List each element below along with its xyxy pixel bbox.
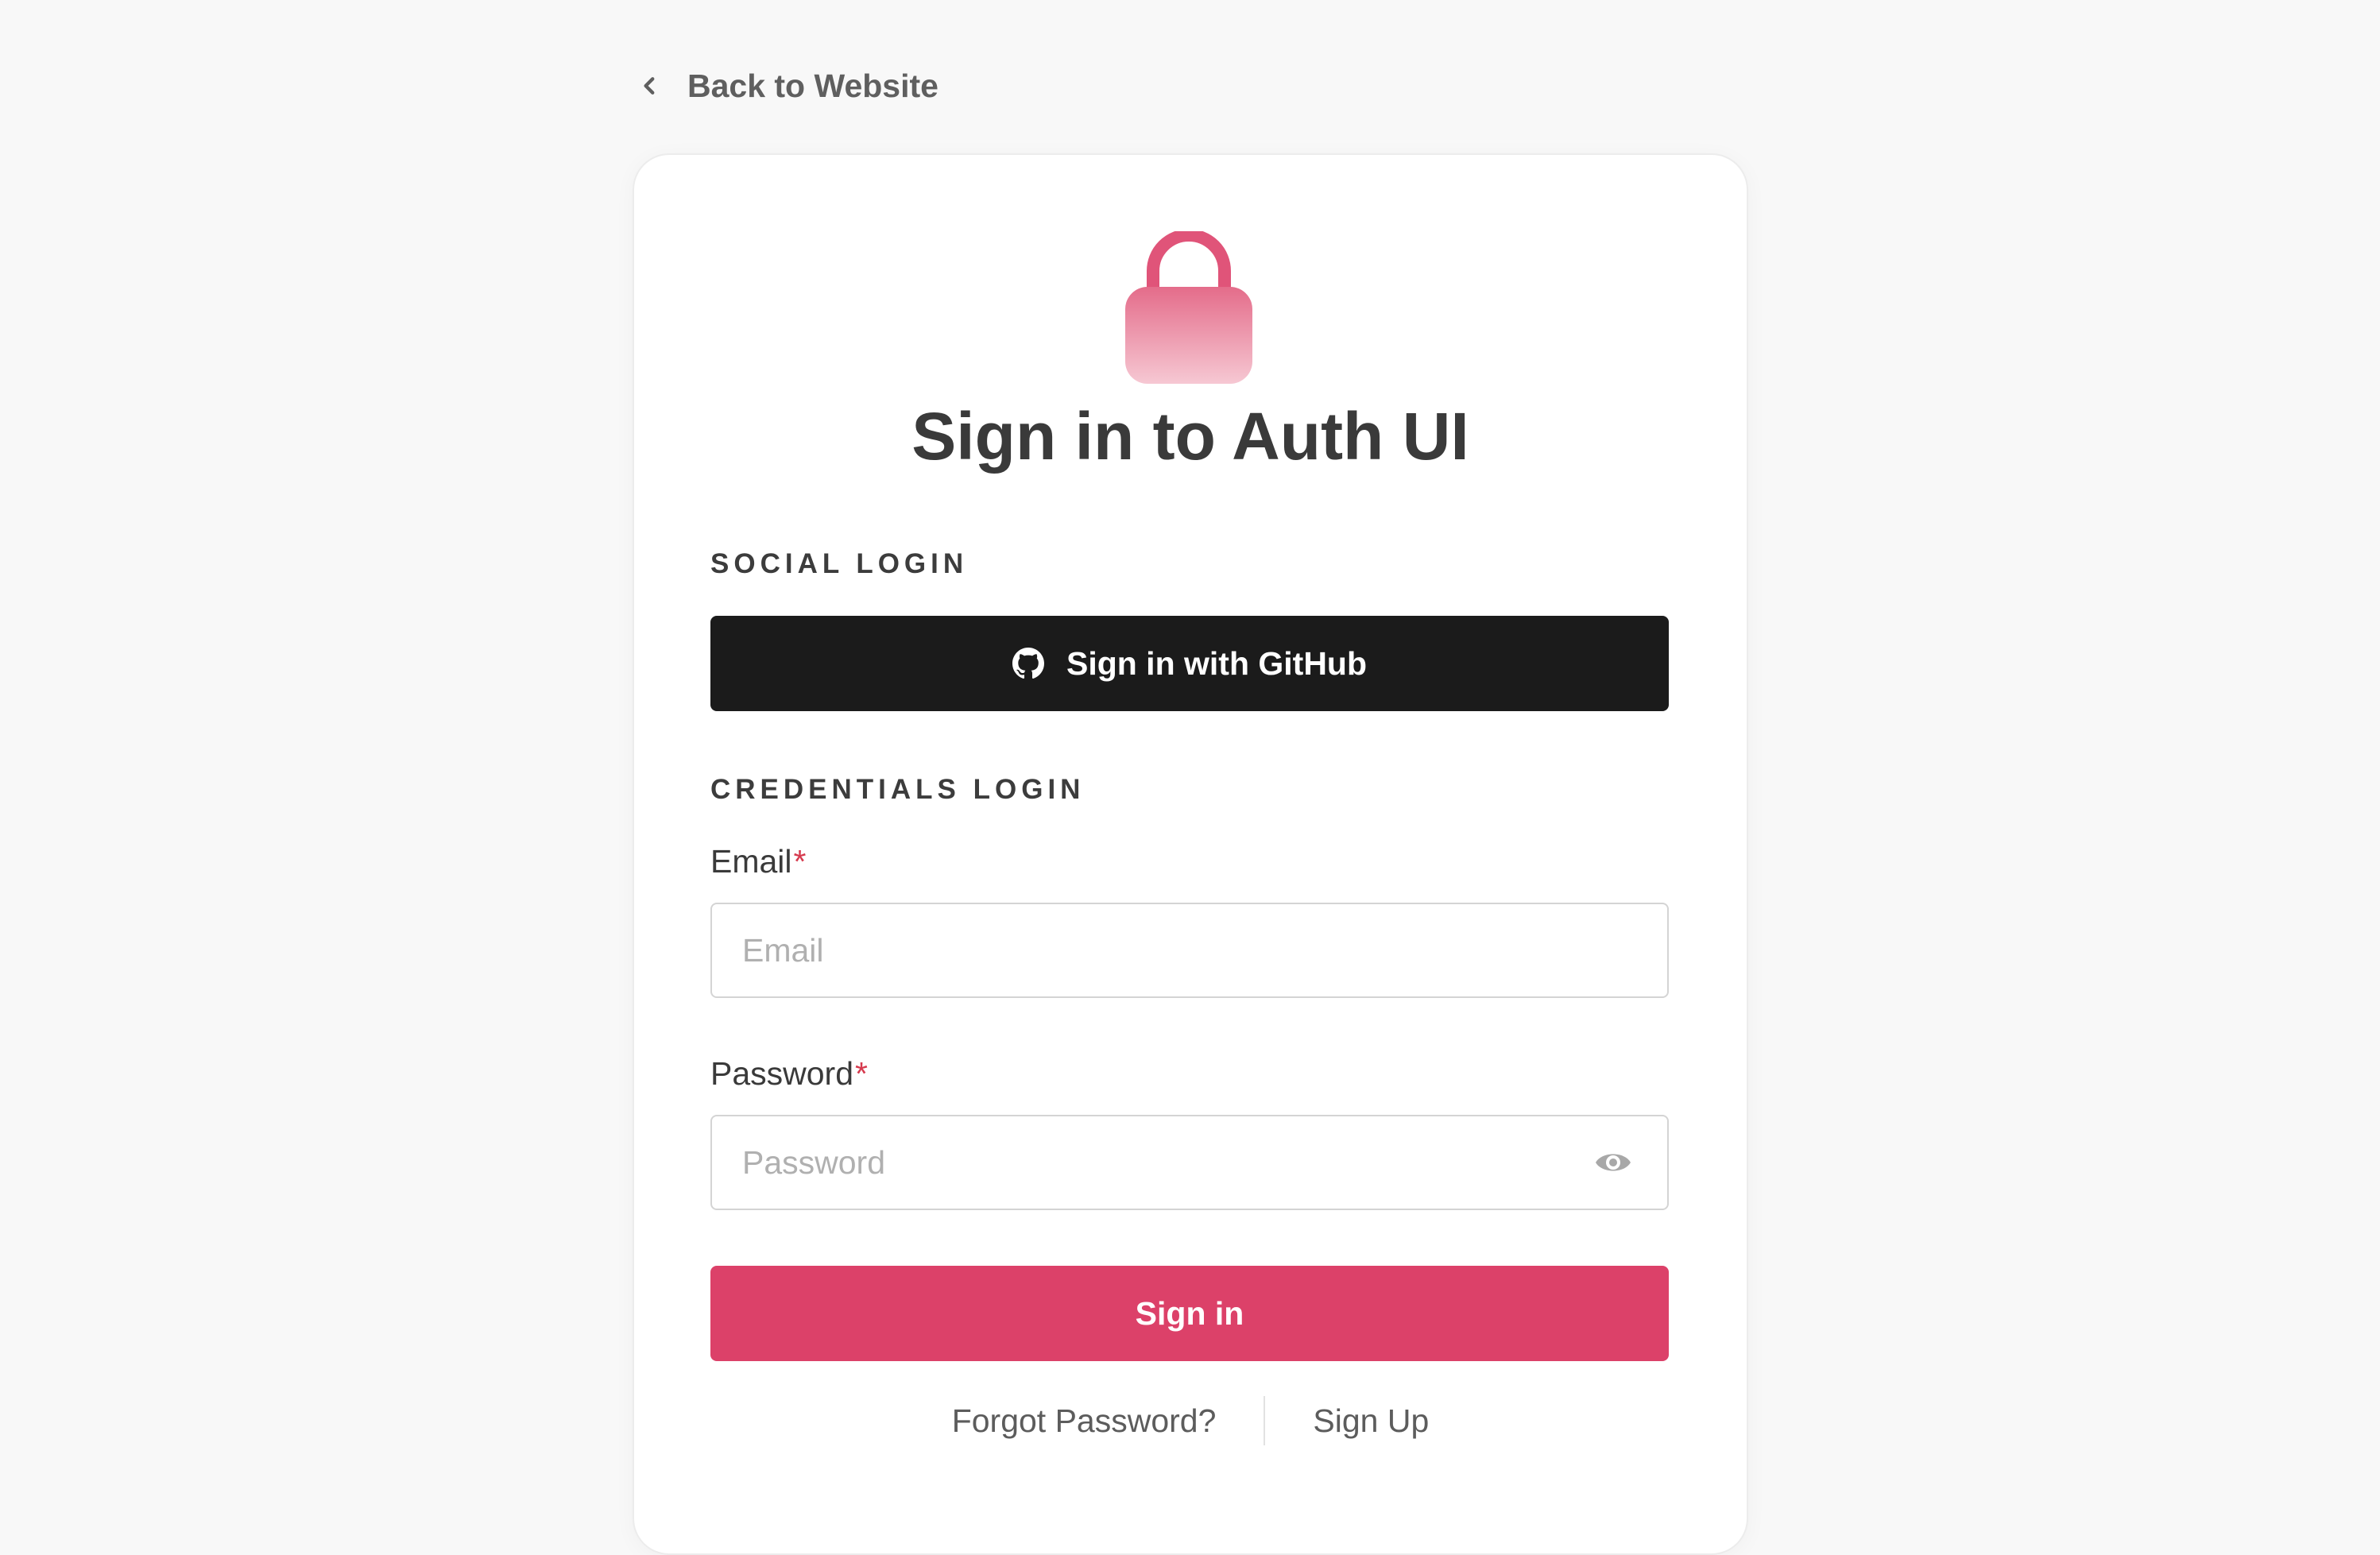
eye-icon[interactable]	[1594, 1147, 1632, 1178]
back-to-website-label: Back to Website	[687, 67, 938, 104]
email-label-text: Email	[710, 843, 792, 880]
credentials-login-heading: CREDENTIALS LOGIN	[710, 774, 1086, 805]
page-title: Sign in to Auth UI	[911, 399, 1469, 474]
sign-in-button[interactable]: Sign in	[710, 1266, 1669, 1361]
password-field-wrapper	[710, 1115, 1669, 1210]
email-input[interactable]	[710, 903, 1669, 998]
sign-in-card: Sign in to Auth UI SOCIAL LOGIN Sign in …	[633, 153, 1748, 1555]
password-label: Password*	[710, 1055, 868, 1093]
sign-up-link[interactable]: Sign Up	[1313, 1402, 1429, 1440]
password-label-text: Password	[710, 1055, 854, 1092]
lock-icon	[1125, 231, 1252, 384]
email-label: Email*	[710, 843, 807, 880]
forgot-password-link[interactable]: Forgot Password?	[952, 1402, 1217, 1440]
chevron-left-icon	[644, 77, 655, 95]
github-button-label: Sign in with GitHub	[1066, 644, 1368, 682]
social-login-heading: SOCIAL LOGIN	[710, 548, 969, 579]
footer-links: Forgot Password? Sign Up	[634, 1396, 1747, 1445]
password-input[interactable]	[710, 1115, 1669, 1210]
email-field-wrapper	[710, 903, 1669, 998]
github-icon	[1012, 648, 1044, 679]
footer-divider	[1264, 1396, 1266, 1445]
email-required-mark: *	[793, 843, 807, 880]
back-to-website-link[interactable]: Back to Website	[640, 62, 938, 110]
password-required-mark: *	[855, 1055, 868, 1092]
sign-in-with-github-button[interactable]: Sign in with GitHub	[710, 616, 1669, 711]
